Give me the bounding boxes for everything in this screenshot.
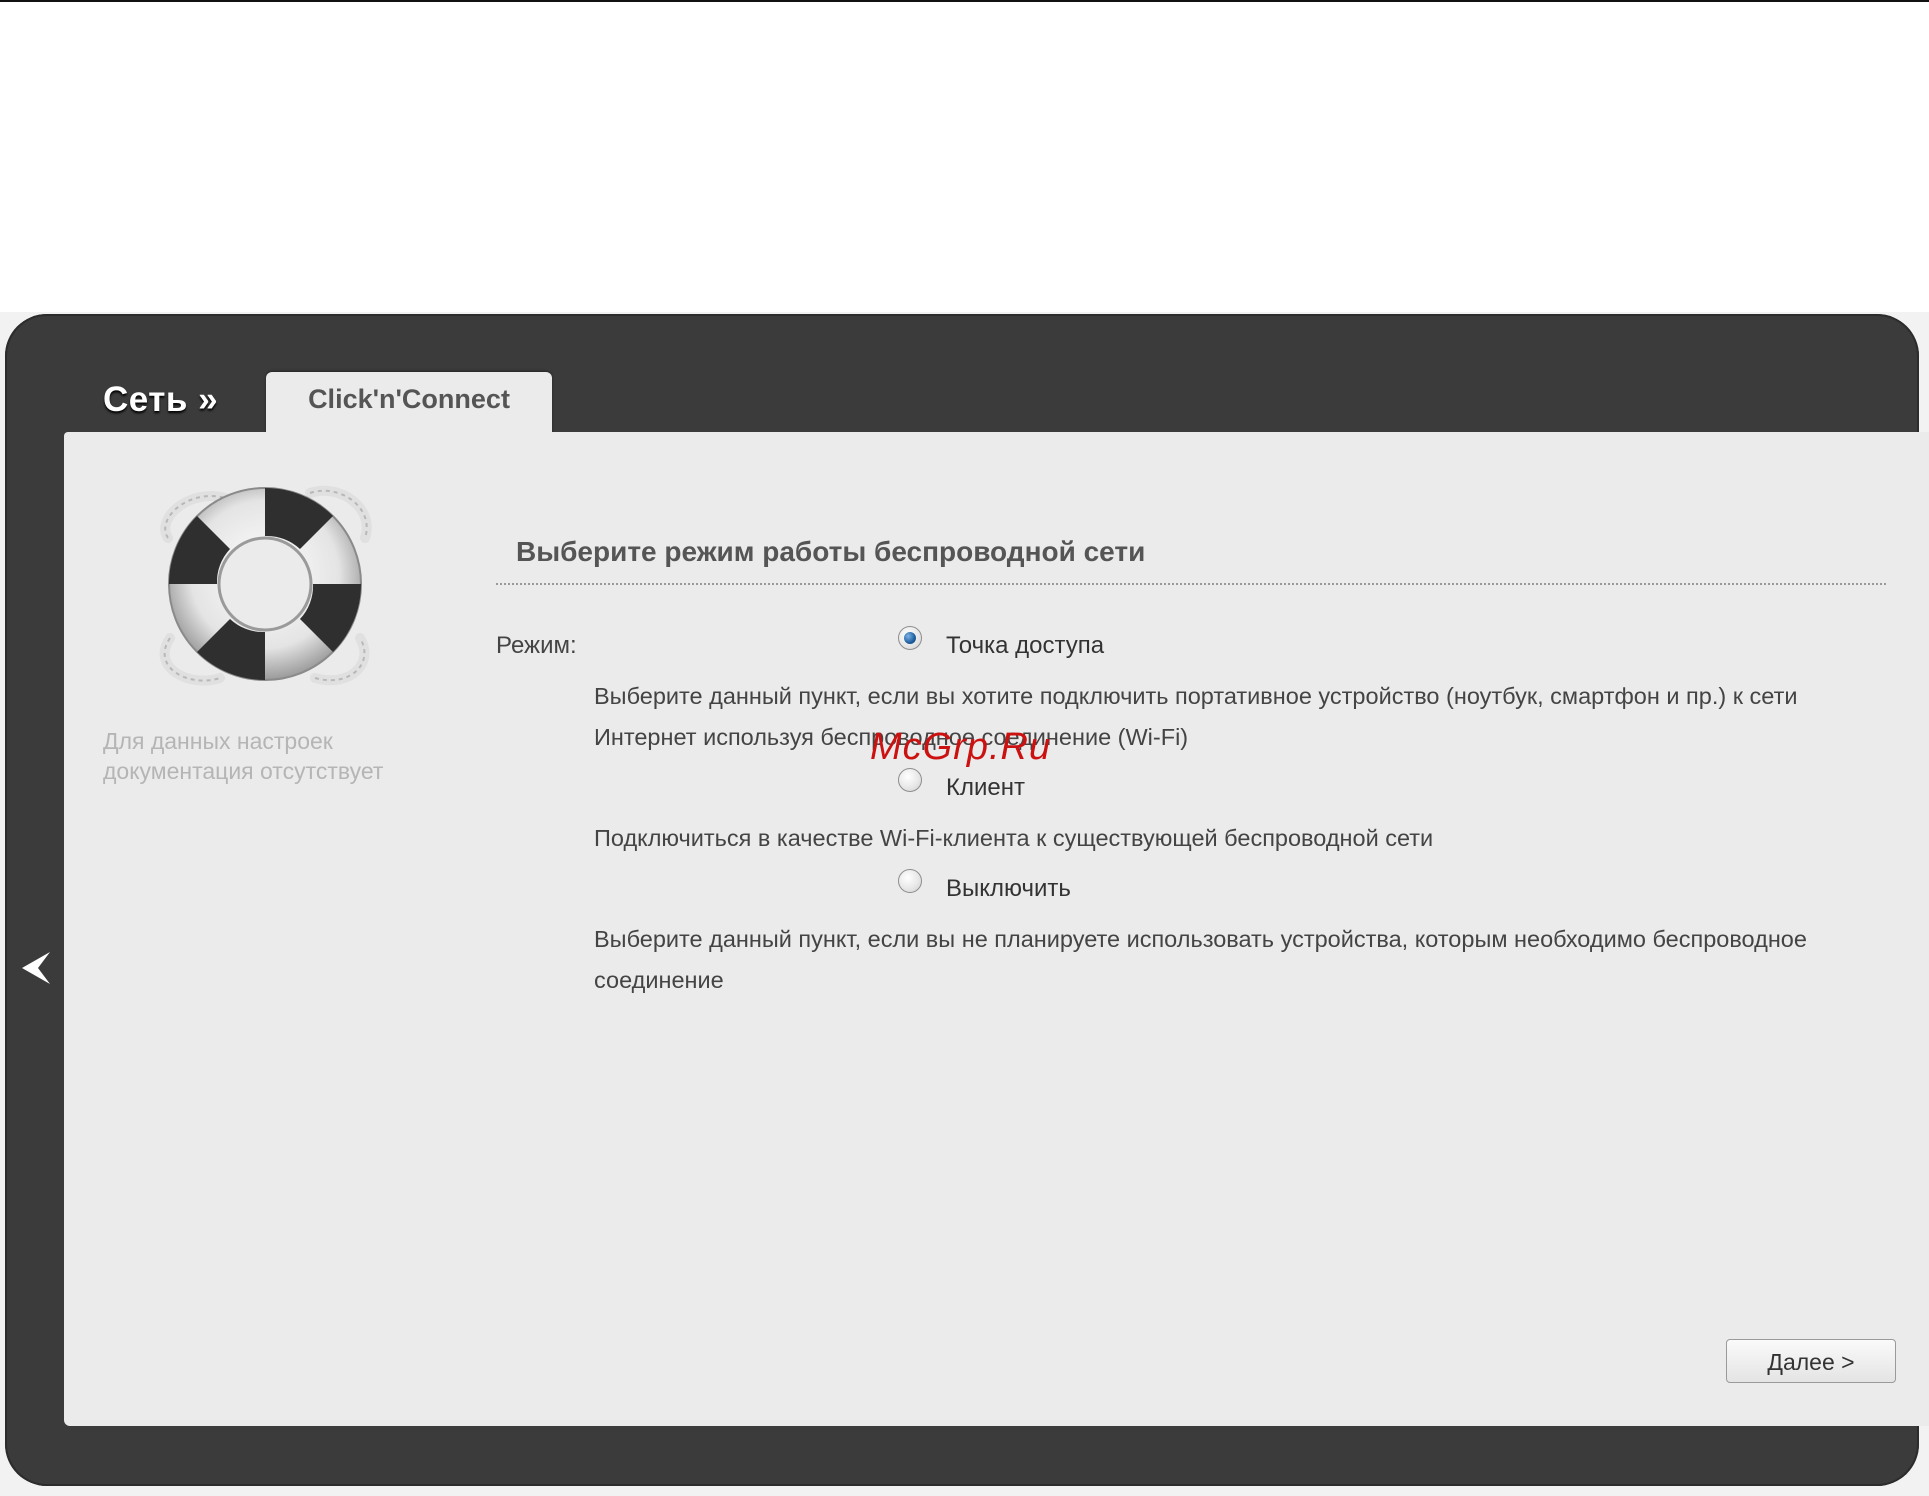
- mode-label: Режим:: [496, 632, 577, 659]
- help-text-line: документация отсутствует: [103, 758, 384, 784]
- watermark: McGrp.Ru: [870, 726, 1052, 768]
- radio-disable[interactable]: [898, 869, 922, 893]
- tab-clicknconnect[interactable]: Click'n'Connect: [266, 372, 552, 436]
- lifebuoy-icon: [159, 485, 372, 686]
- option-label-client[interactable]: Клиент: [946, 774, 1025, 802]
- next-button[interactable]: Далее >: [1726, 1339, 1896, 1383]
- top-rule: [0, 0, 1929, 2]
- help-text-line: Для данных настроек: [103, 728, 333, 754]
- description-line: Выберите данный пункт, если вы не планир…: [594, 926, 1807, 952]
- breadcrumb[interactable]: Сеть »: [103, 380, 218, 420]
- tab-label: Click'n'Connect: [308, 384, 510, 414]
- divider: [496, 583, 1886, 585]
- option-description: Выберите данный пункт, если вы не планир…: [594, 919, 1807, 1001]
- option-description: Выберите данный пункт, если вы хотите по…: [594, 676, 1797, 758]
- description-line: Выберите данный пункт, если вы хотите по…: [594, 683, 1798, 709]
- radio-client[interactable]: [898, 768, 922, 792]
- description-line: Интернет используя беспроводное соединен…: [594, 724, 1189, 750]
- section-title: Выберите режим работы беспроводной сети: [516, 536, 1146, 567]
- help-text: Для данных настроек документация отсутст…: [103, 726, 423, 786]
- description-line: Подключиться в качестве Wi-Fi-клиента к …: [594, 825, 1434, 851]
- option-label-disable[interactable]: Выключить: [946, 875, 1071, 903]
- description-line: соединение: [594, 967, 724, 993]
- radio-access-point[interactable]: [898, 626, 922, 650]
- chevron-left-icon[interactable]: [20, 950, 52, 986]
- option-label-access-point[interactable]: Точка доступа: [946, 632, 1104, 660]
- option-description: Подключиться в качестве Wi-Fi-клиента к …: [594, 818, 1433, 859]
